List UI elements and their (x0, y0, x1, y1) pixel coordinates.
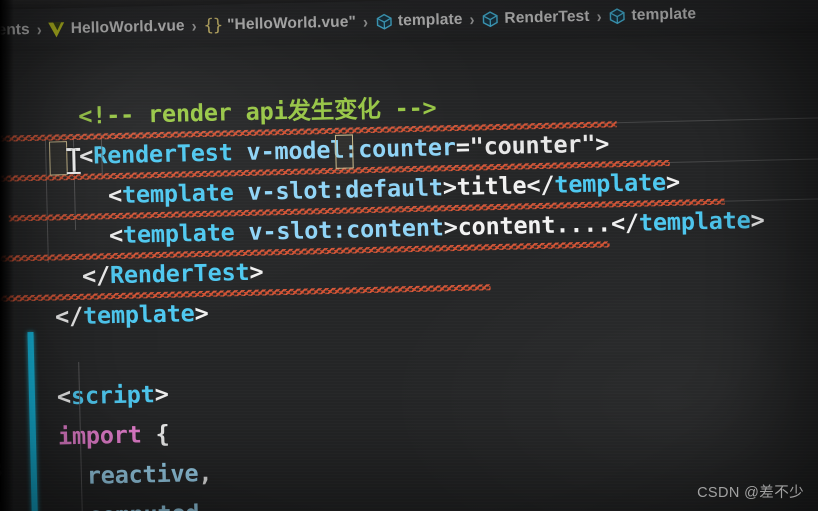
cube-symbol-icon (481, 10, 499, 28)
code-token: <!-- render api发生变化 --> (50, 93, 437, 131)
breadcrumb-item-label: HelloWorld.vue (70, 17, 185, 38)
breadcrumb-item-label: RenderTest (504, 7, 590, 27)
code-token: < (52, 220, 124, 251)
code-token: v-slot:content (248, 213, 445, 246)
code-token: template (554, 168, 667, 199)
code-token: , (199, 499, 214, 511)
code-token: > (194, 298, 209, 328)
code-token: = (455, 132, 471, 162)
breadcrumb-item-template[interactable]: template (608, 5, 696, 25)
mouse-ibeam-cursor (65, 146, 82, 176)
code-token: > (443, 212, 458, 242)
line-script-open[interactable]: <script> (57, 374, 170, 417)
code-token: content.... (457, 209, 612, 241)
code-token: RenderTest (92, 138, 233, 170)
code-content[interactable]: <!-- render api发生变化 --> <RenderTest v-mo… (27, 31, 818, 511)
code-token: </ (610, 208, 640, 238)
breadcrumb-separator: › (469, 9, 475, 30)
code-editor[interactable]: 3456 <!-- render api发生变化 --> <RenderTest… (0, 31, 818, 511)
code-token: > (594, 129, 610, 158)
code-token: RenderTest (109, 257, 250, 290)
breadcrumb-item-onents[interactable]: onents (0, 21, 30, 40)
code-token: > (750, 205, 765, 235)
code-token: > (442, 172, 458, 202)
code-token: title (456, 171, 527, 201)
code-token: template (638, 206, 751, 237)
code-token: > (665, 167, 681, 197)
code-token: template (121, 178, 234, 209)
code-token: </ (53, 261, 111, 291)
breadcrumb-item-label: template (397, 10, 463, 30)
bracket-match-highlight (334, 134, 354, 169)
line-number: 3 (0, 457, 3, 483)
code-token: </ (526, 170, 555, 200)
code-token: template (82, 299, 195, 330)
code-token: { (141, 419, 170, 449)
code-token: template (122, 218, 235, 249)
code-token: </ (54, 301, 84, 331)
breadcrumb-item-label: onents (0, 21, 30, 40)
breadcrumb-item-label: template (631, 5, 697, 24)
breadcrumb-item-template[interactable]: template (375, 11, 463, 31)
code-token: computed (87, 499, 199, 511)
breadcrumb-item-label: "HelloWorld.vue" (226, 13, 357, 34)
line-import[interactable]: import { (57, 414, 170, 457)
cube-symbol-icon (375, 12, 393, 30)
screen-photo: onents › HelloWorld.vue › {} "HelloWorld.vue"… (0, 0, 818, 511)
code-token: , (198, 458, 213, 488)
monitor-screen-plane: onents › HelloWorld.vue › {} "HelloWorld.vue"… (0, 0, 818, 511)
breadcrumb-item--helloworld-vue-[interactable]: {} "HelloWorld.vue" (203, 12, 356, 36)
cube-symbol-icon (608, 7, 626, 25)
breadcrumb-separator: › (191, 16, 197, 36)
code-token: < (51, 180, 123, 211)
line-number: 4 (0, 497, 4, 511)
breadcrumb-item-helloworld-vue[interactable]: HelloWorld.vue (49, 17, 185, 38)
code-token: < (56, 382, 72, 411)
breadcrumb-separator: › (362, 12, 369, 32)
breadcrumb-item-rendertest[interactable]: RenderTest (481, 8, 590, 29)
breadcrumb-separator: › (596, 6, 602, 27)
braces-icon: {} (203, 15, 223, 36)
code-token: > (249, 257, 264, 286)
code-token: script (70, 380, 155, 411)
code-token: import (57, 420, 142, 451)
vue-logo-icon (49, 22, 66, 37)
breadcrumb-separator: › (36, 19, 43, 40)
code-token: "counter" (469, 129, 596, 161)
line-blank-1[interactable] (56, 336, 57, 376)
code-token: v-slot:default (247, 173, 444, 206)
code-token: reactive (86, 459, 199, 490)
code-token: > (154, 379, 169, 409)
